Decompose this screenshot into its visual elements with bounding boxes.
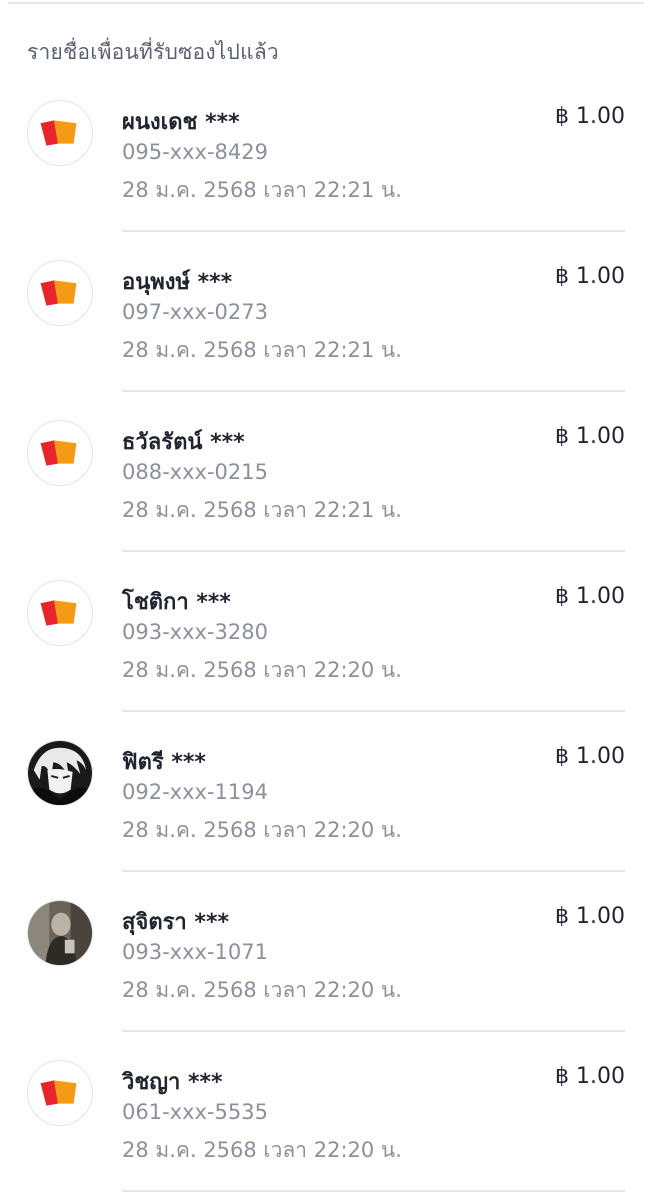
brand-logo-icon: [27, 420, 93, 486]
row-divider: [122, 550, 625, 552]
received-datetime: 28 ม.ค. 2568 เวลา 22:21 น.: [122, 338, 402, 362]
anime-portrait-photo: [27, 740, 93, 806]
recipient-name: ผนงเดช ***: [122, 110, 240, 135]
list-item[interactable]: โชติกา *** 093-xxx-3280 28 ม.ค. 2568 เวล…: [0, 560, 652, 720]
received-datetime: 28 ม.ค. 2568 เวลา 22:20 น.: [122, 1138, 402, 1162]
row-divider: [122, 390, 625, 392]
recipient-name: ธวัลรัตน์ ***: [122, 430, 245, 455]
recipient-list: ผนงเดช *** 095-xxx-8429 28 ม.ค. 2568 เวล…: [0, 80, 652, 1200]
row-divider: [122, 1030, 625, 1032]
list-item[interactable]: ผนงเดช *** 095-xxx-8429 28 ม.ค. 2568 เวล…: [0, 80, 652, 240]
list-item[interactable]: วิชญา *** 061-xxx-5535 28 ม.ค. 2568 เวลา…: [0, 1040, 652, 1200]
amount: ฿ 1.00: [555, 744, 625, 769]
recipient-name: สุจิตรา ***: [122, 910, 229, 935]
list-item[interactable]: ธวัลรัตน์ *** 088-xxx-0215 28 ม.ค. 2568 …: [0, 400, 652, 560]
row-divider: [122, 710, 625, 712]
row-divider: [122, 870, 625, 872]
row-divider: [122, 1190, 625, 1192]
received-datetime: 28 ม.ค. 2568 เวลา 22:20 น.: [122, 978, 402, 1002]
recipient-name: วิชญา ***: [122, 1070, 223, 1095]
amount: ฿ 1.00: [555, 584, 625, 609]
recipient-phone: 092-xxx-1194: [122, 780, 268, 804]
row-divider: [122, 230, 625, 232]
amount: ฿ 1.00: [555, 264, 625, 289]
recipient-phone: 095-xxx-8429: [122, 140, 268, 164]
list-item[interactable]: สุจิตรา *** 093-xxx-1071 28 ม.ค. 2568 เว…: [0, 880, 652, 1040]
recipient-phone: 093-xxx-1071: [122, 940, 268, 964]
list-item[interactable]: อนุพงษ์ *** 097-xxx-0273 28 ม.ค. 2568 เว…: [0, 240, 652, 400]
received-datetime: 28 ม.ค. 2568 เวลา 22:20 น.: [122, 818, 402, 842]
top-divider: [8, 2, 644, 4]
amount: ฿ 1.00: [555, 904, 625, 929]
received-datetime: 28 ม.ค. 2568 เวลา 22:20 น.: [122, 658, 402, 682]
brand-logo-icon: [27, 1060, 93, 1126]
list-item[interactable]: ฟิตรี *** 092-xxx-1194 28 ม.ค. 2568 เวลา…: [0, 720, 652, 880]
recipient-phone: 061-xxx-5535: [122, 1100, 268, 1124]
brand-logo-icon: [27, 260, 93, 326]
section-title: รายชื่อเพื่อนที่รับซองไปแล้ว: [27, 40, 279, 64]
brand-logo-icon: [27, 580, 93, 646]
recipient-name: โชติกา ***: [122, 590, 231, 615]
recipient-name: ฟิตรี ***: [122, 750, 206, 775]
amount: ฿ 1.00: [555, 1064, 625, 1089]
user-photo: [27, 900, 93, 966]
amount: ฿ 1.00: [555, 104, 625, 129]
recipient-phone: 093-xxx-3280: [122, 620, 268, 644]
recipient-phone: 097-xxx-0273: [122, 300, 268, 324]
recipient-phone: 088-xxx-0215: [122, 460, 268, 484]
amount: ฿ 1.00: [555, 424, 625, 449]
received-datetime: 28 ม.ค. 2568 เวลา 22:21 น.: [122, 498, 402, 522]
recipient-name: อนุพงษ์ ***: [122, 270, 233, 295]
brand-logo-icon: [27, 100, 93, 166]
received-datetime: 28 ม.ค. 2568 เวลา 22:21 น.: [122, 178, 402, 202]
